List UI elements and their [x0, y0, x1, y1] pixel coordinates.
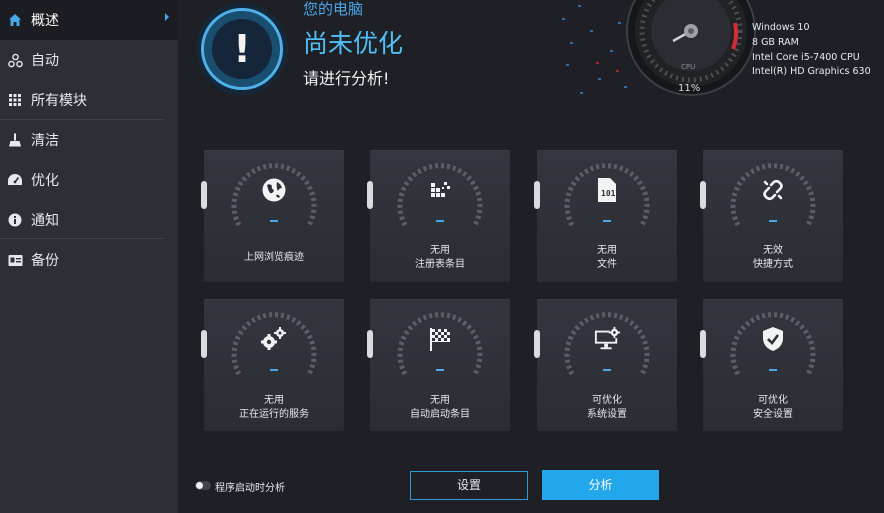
chevron-right-icon	[165, 13, 169, 21]
toggle-label: 程序启动时分析	[215, 483, 285, 494]
monitor-settings-icon	[594, 326, 620, 352]
tile-security-settings[interactable]: 可优化 安全设置	[700, 299, 843, 431]
tile-handle	[700, 181, 706, 209]
gauge-label: CPU	[681, 63, 696, 71]
tile-label: 文件	[597, 259, 617, 270]
tile-label: 系统设置	[587, 409, 627, 420]
file-icon: 101	[594, 177, 620, 203]
sidebar-item-label: 所有模块	[31, 93, 87, 109]
tile-label: 可优化	[592, 395, 622, 406]
backup-icon	[7, 252, 23, 268]
tile-handle	[367, 181, 373, 209]
analyze-button[interactable]: 分析	[542, 470, 659, 500]
gears-icon	[261, 326, 287, 352]
svg-text:101: 101	[601, 189, 616, 198]
sidebar-item-backup[interactable]: 备份	[0, 240, 178, 280]
tile-handle	[201, 330, 207, 358]
tile-label: 无用	[430, 245, 450, 256]
settings-button[interactable]: 设置	[410, 471, 528, 500]
shield-check-icon	[760, 326, 786, 352]
sidebar-divider	[0, 238, 165, 239]
sidebar-item-notifications[interactable]: 通知	[0, 200, 178, 240]
broom-icon	[7, 132, 23, 148]
tile-label: 无用	[264, 395, 284, 406]
analyze-on-startup-toggle[interactable]	[195, 481, 211, 490]
globe-icon	[261, 177, 287, 203]
tile-autostart-entries[interactable]: 无用 自动启动条目	[367, 299, 510, 431]
home-icon	[7, 12, 23, 28]
tile-label: 正在运行的服务	[239, 409, 309, 420]
header-description: 请进行分析!	[303, 69, 390, 88]
status-indicator	[603, 369, 611, 371]
tile-handle	[700, 330, 706, 358]
gauge-value: 11%	[678, 83, 701, 94]
tile-label: 无效	[763, 245, 783, 256]
sidebar-item-clean[interactable]: 清洁	[0, 120, 178, 160]
sidebar-item-label: 优化	[31, 173, 59, 189]
tile-registry-entries[interactable]: 无用 注册表条目	[367, 150, 510, 282]
tile-invalid-shortcuts[interactable]: 无效 快捷方式	[700, 150, 843, 282]
sidebar-item-label: 自动	[31, 53, 59, 69]
tile-browsing-traces[interactable]: 上网浏览痕迹	[201, 150, 344, 282]
sidebar-item-optimize[interactable]: 优化	[0, 160, 178, 200]
spec-gpu: Intel(R) HD Graphics 630	[752, 66, 871, 77]
status-indicator	[436, 369, 444, 371]
network-icon	[7, 52, 23, 68]
sidebar-item-label: 备份	[31, 253, 59, 269]
exclamation-icon: !	[212, 19, 272, 79]
tile-label: 注册表条目	[415, 259, 465, 270]
page-title: 尚未优化	[303, 29, 404, 58]
toggle-knob	[196, 482, 203, 489]
spec-ram: 8 GB RAM	[752, 37, 799, 48]
tile-junk-files[interactable]: 101 无用 文件	[534, 150, 677, 282]
checkered-flag-icon	[427, 326, 453, 352]
tile-label: 上网浏览痕迹	[244, 252, 304, 263]
status-indicator	[603, 220, 611, 222]
status-indicator	[769, 220, 777, 222]
tile-running-services[interactable]: 无用 正在运行的服务	[201, 299, 344, 431]
spec-cpu: Intel Core i5-7400 CPU	[752, 52, 860, 63]
tile-label: 无用	[597, 245, 617, 256]
sidebar-item-label: 通知	[31, 213, 59, 229]
broken-link-icon	[760, 177, 786, 203]
tile-label: 快捷方式	[753, 259, 793, 270]
tile-handle	[534, 181, 540, 209]
sidebar-item-auto[interactable]: 自动	[0, 40, 178, 80]
status-alert-badge: !	[201, 8, 283, 90]
info-icon	[7, 212, 23, 228]
sidebar-item-all-modules[interactable]: 所有模块	[0, 80, 178, 120]
speedometer-icon	[7, 172, 23, 188]
spec-os: Windows 10	[752, 22, 810, 33]
tile-label: 无用	[430, 395, 450, 406]
tile-label: 自动启动条目	[410, 409, 470, 420]
sidebar-item-label: 概述	[31, 13, 59, 29]
status-indicator	[769, 369, 777, 371]
tile-handle	[534, 330, 540, 358]
sidebar-item-label: 清洁	[31, 133, 59, 149]
status-indicator	[436, 220, 444, 222]
tile-system-settings[interactable]: 可优化 系统设置	[534, 299, 677, 431]
tile-label: 安全设置	[753, 409, 793, 420]
tile-label: 可优化	[758, 395, 788, 406]
registry-icon	[427, 177, 453, 203]
header-subtitle: 您的电脑	[303, 0, 364, 18]
status-indicator	[270, 369, 278, 371]
status-indicator	[270, 220, 278, 222]
grid-icon	[7, 92, 23, 108]
sidebar-item-overview[interactable]: 概述	[0, 0, 178, 40]
tile-handle	[201, 181, 207, 209]
tile-handle	[367, 330, 373, 358]
sidebar: 概述 自动 所有模块 清洁 优化 通知 备份	[0, 0, 178, 513]
